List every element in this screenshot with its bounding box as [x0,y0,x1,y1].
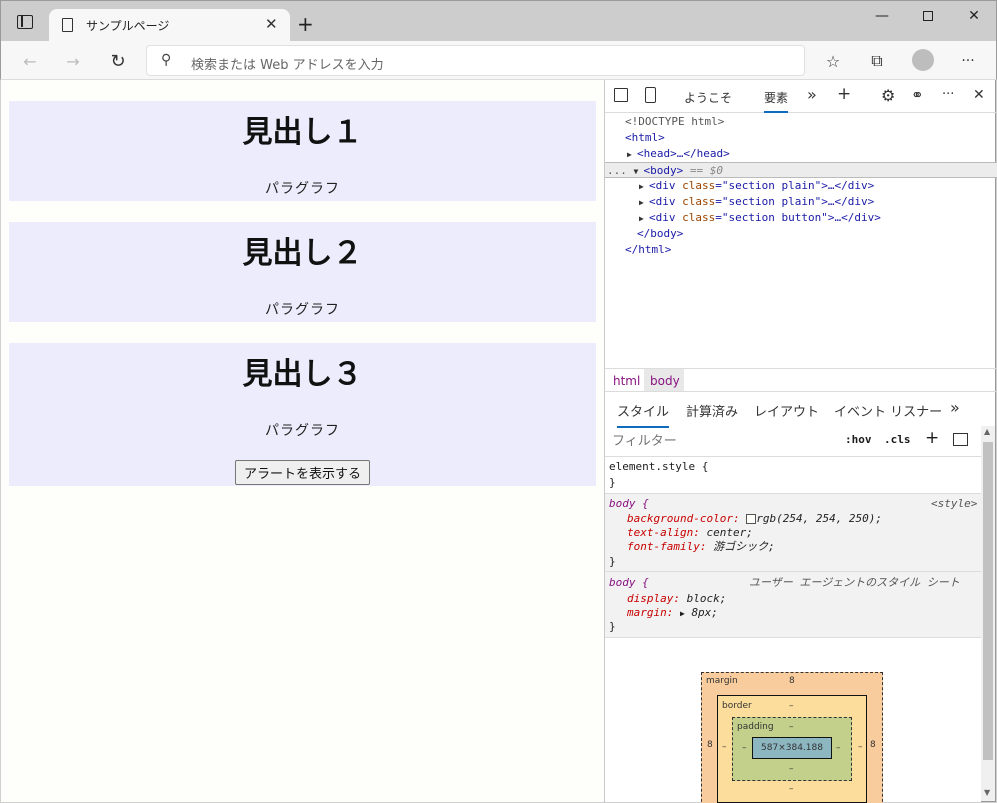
new-tab-icon[interactable]: + [297,12,314,36]
dom-html-close[interactable]: </html> [625,242,671,258]
styles-scrollbar[interactable]: ▲ ▼ [981,426,995,801]
tab-styles[interactable]: スタイル [617,401,670,428]
dom-tree: <!DOCTYPE html> <html> ▶ <head>…</head> .… [605,114,997,366]
dom-div-1[interactable]: ▶ <div class="section plain">…</div> [639,178,874,194]
section-2: 見出し２ パラグラフ [9,222,596,322]
devtools-panel: ようこそ 要素 » + ⚙ ⚭ ··· ✕ <!DOCTYPE html> <h… [604,80,997,803]
favorites-icon[interactable]: ☆ [822,50,844,72]
tab-computed[interactable]: 計算済み [686,401,738,420]
collections-icon[interactable]: ⧉ [866,50,888,72]
dom-doctype[interactable]: <!DOCTYPE html> [625,114,724,130]
settings-gear-icon[interactable]: ⚙ [881,86,895,105]
dom-body-close[interactable]: </body> [637,226,683,242]
expand-triangle-icon[interactable]: ▶ [627,147,637,163]
tab-event-listeners[interactable]: イベント リスナー [834,401,942,420]
inspect-icon[interactable] [614,88,628,102]
new-rule-button[interactable]: + [925,428,939,448]
more-subtabs-icon[interactable]: » [950,398,960,417]
toggle-sidebar-icon[interactable] [953,433,968,446]
title-bar: サンプルページ ✕ + — ✕ [0,0,997,42]
paragraph-3: パラグラフ [265,423,340,439]
rule-element-style: element.style { } [605,456,981,493]
device-emulation-icon[interactable] [645,87,656,103]
tab-title: サンプルページ [86,19,170,33]
browser-toolbar: ← → ↻ ⚲ 検索または Web アドレスを入力 ☆ ⧉ ··· [0,41,997,80]
heading-2: 見出し２ [242,236,363,271]
breadcrumb-body[interactable]: body [650,374,680,388]
forward-icon[interactable]: → [62,50,84,72]
section-3: 見出し３ パラグラフ アラートを表示する [9,343,596,486]
styles-tab-bar: スタイル 計算済み レイアウト イベント リスナー » [605,393,997,428]
tab-layout[interactable]: レイアウト [754,401,819,420]
box-model-diagram: margin 8 8 8 border – – – – padding – – … [605,637,981,803]
page-body: 見出し１ パラグラフ 見出し２ パラグラフ 見出し３ パラグラフ アラートを表示… [1,80,604,802]
box-model-padding[interactable]: padding – – – – 587×384.188 [732,717,852,781]
expand-triangle-icon[interactable]: ▶ [680,609,685,618]
dom-div-2[interactable]: ▶ <div class="section plain">…</div> [639,194,874,210]
close-window-icon[interactable]: ✕ [951,1,997,31]
expand-triangle-icon[interactable]: ▶ [639,211,649,227]
dom-body-selected[interactable]: ... ▼ <body> == $0 [605,162,997,178]
expand-triangle-icon[interactable]: ▶ [639,179,649,195]
refresh-icon[interactable]: ↻ [107,50,129,72]
heading-1: 見出し１ [242,115,363,150]
scrollbar-thumb[interactable] [983,442,993,760]
hov-toggle[interactable]: :hov [845,433,872,446]
show-alert-button[interactable]: アラートを表示する [235,460,370,485]
devtools-more-icon[interactable]: ··· [942,87,954,102]
styles-filter-input[interactable] [608,428,836,454]
box-model-border[interactable]: border – – – – padding – – – – 587×384.1… [717,695,867,803]
rule-body-style: body { <style> background-color: rgb(254… [605,493,981,571]
tab-elements[interactable]: 要素 [764,89,789,113]
close-tab-icon[interactable]: ✕ [265,15,278,33]
expand-triangle-icon[interactable]: ▶ [639,195,649,211]
dom-head[interactable]: ▶ <head>…</head> [627,146,730,162]
rule-user-agent: body { ユーザー エージェントのスタイル シート display: blo… [605,571,981,637]
more-icon[interactable]: ··· [957,50,979,72]
tab-actions-icon[interactable] [17,15,33,29]
color-swatch[interactable] [746,514,757,524]
dom-html-open[interactable]: <html> [625,130,665,146]
search-icon: ⚲ [161,52,172,68]
more-tabs-icon[interactable]: » [807,85,817,104]
paragraph-2: パラグラフ [265,302,340,318]
box-model-content[interactable]: 587×384.188 [752,737,832,759]
scroll-down-icon[interactable]: ▼ [984,788,990,797]
back-icon[interactable]: ← [19,50,41,72]
dom-div-3[interactable]: ▶ <div class="section button">…</div> [639,210,881,226]
address-bar[interactable]: ⚲ 検索または Web アドレスを入力 [146,45,805,76]
scroll-up-icon[interactable]: ▲ [984,427,990,436]
avatar[interactable] [912,49,934,71]
tab-welcome[interactable]: ようこそ [684,89,732,106]
page-icon [62,18,73,32]
breadcrumb: html body [605,368,997,392]
close-devtools-icon[interactable]: ✕ [973,87,985,103]
minimize-icon[interactable]: — [859,1,905,31]
devtools-tab-bar: ようこそ 要素 » + ⚙ ⚭ ··· ✕ [605,80,997,113]
styles-filter-row: :hov .cls + [605,426,983,456]
customize-icon[interactable]: ⚭ [911,86,924,104]
maximize-icon[interactable] [905,1,951,31]
browser-tab[interactable]: サンプルページ ✕ [49,9,290,42]
box-model-margin[interactable]: margin 8 8 8 border – – – – padding – – … [701,672,883,803]
section-1: 見出し１ パラグラフ [9,101,596,201]
cls-toggle[interactable]: .cls [884,433,911,446]
paragraph-1: パラグラフ [265,181,340,197]
heading-3: 見出し３ [242,357,363,392]
address-placeholder: 検索または Web アドレスを入力 [191,58,384,73]
add-tab-icon[interactable]: + [837,84,851,104]
breadcrumb-html[interactable]: html [613,374,640,388]
